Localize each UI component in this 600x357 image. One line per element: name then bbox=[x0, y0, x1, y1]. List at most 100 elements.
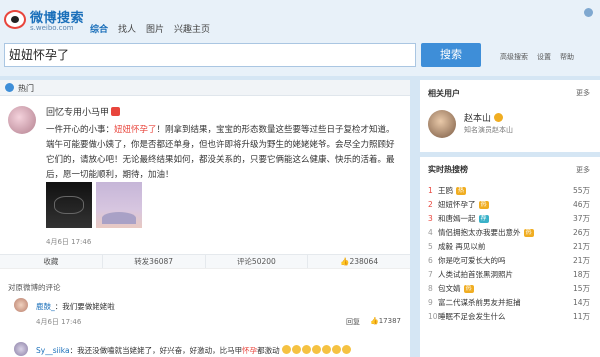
avatar[interactable] bbox=[428, 110, 456, 138]
top-bar: 微博搜索 s.weibo.com 综合 找人 图片 兴趣主页 bbox=[0, 0, 600, 40]
hot-list-item[interactable]: 5 成毅 再见以前 21万 bbox=[428, 241, 598, 253]
settings-link[interactable]: 设置 bbox=[537, 52, 551, 62]
hot-list-item[interactable]: 10睡眠不足会发生什么 11万 bbox=[428, 311, 598, 323]
hot-icon bbox=[5, 83, 14, 92]
help-link[interactable]: 帮助 bbox=[560, 52, 574, 62]
emoji-icon bbox=[341, 345, 351, 354]
thumbs-up-icon: 👍 bbox=[370, 317, 379, 325]
tab-comprehensive[interactable]: 综合 bbox=[90, 22, 108, 35]
search-links: 高级搜索 设置 帮助 bbox=[500, 52, 574, 62]
comment-user[interactable]: Sy__siika bbox=[36, 346, 70, 355]
like-button[interactable]: 👍238064 bbox=[308, 255, 410, 268]
hot-section-header: 热门 bbox=[0, 80, 410, 96]
hot-count: 55万 bbox=[572, 186, 590, 195]
related-user-desc: 知名演员赵本山 bbox=[464, 126, 513, 134]
hot-topic[interactable]: 你是吃可爱长大的吗 bbox=[438, 256, 506, 265]
related-users-panel: 相关用户 更多 赵本山 知名演员赵本山 bbox=[420, 80, 600, 152]
user-menu-icon[interactable] bbox=[584, 8, 593, 17]
related-user-name[interactable]: 赵本山 bbox=[464, 111, 504, 124]
favorite-button[interactable]: 收藏 bbox=[0, 255, 103, 268]
post-text-highlight[interactable]: 妞妞怀孕了 bbox=[114, 125, 157, 135]
hot-count: 37万 bbox=[572, 214, 590, 223]
hot-topic[interactable]: 和唐嫣一起 bbox=[438, 214, 476, 223]
hot-count: 46万 bbox=[572, 200, 590, 209]
author-name[interactable]: 回忆专用小马甲 bbox=[46, 108, 109, 118]
comment-text-end: 都激动 bbox=[257, 346, 280, 355]
emoji-icon bbox=[301, 345, 311, 354]
hot-topic[interactable]: 成毅 再见以前 bbox=[438, 242, 485, 251]
weibo-eye-icon bbox=[4, 10, 26, 29]
post-image-ultrasound[interactable] bbox=[46, 182, 92, 228]
post-text-start: 一件开心的小事： bbox=[46, 125, 115, 135]
comment-text: ：我们要做姥姥啦 bbox=[54, 302, 115, 311]
related-more-link[interactable]: 更多 bbox=[576, 88, 590, 98]
verified-icon bbox=[494, 113, 504, 122]
vip-badge-icon bbox=[111, 107, 121, 116]
hot-count: 14万 bbox=[572, 298, 590, 307]
hot-rank: 5 bbox=[428, 242, 433, 251]
tab-interest-page[interactable]: 兴趣主页 bbox=[174, 22, 210, 35]
hot-topic[interactable]: 睡眠不足会发生什么 bbox=[438, 312, 506, 321]
nav-tabs: 综合 找人 图片 兴趣主页 bbox=[90, 22, 210, 35]
comment-button[interactable]: 评论50200 bbox=[206, 255, 309, 268]
comment-text: ：我还没做嗑就当姥姥了，好兴奋，好激动，比马甲 bbox=[69, 346, 243, 355]
reply-button[interactable]: 回复 bbox=[346, 317, 360, 327]
hot-list-item[interactable]: 4 情侣拥抱太亦我要出意外热 26万 bbox=[428, 227, 598, 239]
hot-topic[interactable]: 王鸥 bbox=[438, 186, 453, 195]
search-button[interactable]: 搜索 bbox=[421, 43, 481, 67]
hot-rank: 2 bbox=[428, 200, 433, 209]
hot-count: 26万 bbox=[572, 228, 590, 237]
search-input[interactable]: 妞妞怀孕了 bbox=[4, 43, 416, 67]
tab-find-people[interactable]: 找人 bbox=[118, 22, 136, 35]
avatar[interactable] bbox=[14, 342, 28, 356]
emoji-icon bbox=[291, 345, 301, 354]
hot-rank: 4 bbox=[428, 228, 433, 237]
hot-list-item[interactable]: 7 人类试拍首张黑洞照片 18万 bbox=[428, 269, 598, 281]
hot-label: 热门 bbox=[18, 84, 34, 93]
comment-time: 4月6日 17:46 bbox=[36, 318, 82, 326]
post-author[interactable]: 回忆专用小马甲 bbox=[46, 105, 121, 118]
comment-user[interactable]: 鹿鼓_ bbox=[36, 302, 55, 311]
avatar[interactable] bbox=[8, 106, 36, 134]
hot-rank: 1 bbox=[428, 186, 433, 195]
logo-subtitle: s.weibo.com bbox=[30, 24, 74, 32]
hot-rank: 9 bbox=[428, 298, 433, 307]
hot-count: 15万 bbox=[572, 284, 590, 293]
comment-like-button[interactable]: 👍17387 bbox=[370, 317, 401, 325]
hot-list-item[interactable]: 1 王鸥热 55万 bbox=[428, 185, 598, 197]
advanced-search-link[interactable]: 高级搜索 bbox=[500, 52, 528, 62]
hot-rank: 7 bbox=[428, 270, 433, 279]
hot-list-item[interactable]: 3 和唐嫣一起荐 37万 bbox=[428, 213, 598, 225]
post-image-cartoon[interactable] bbox=[96, 182, 142, 228]
weibo-logo[interactable]: 微博搜索 s.weibo.com bbox=[4, 6, 84, 34]
hot-badge: 荐 bbox=[478, 215, 489, 223]
hot-list-more-link[interactable]: 更多 bbox=[576, 165, 590, 175]
emoji-icon bbox=[321, 345, 331, 354]
emoji-icon bbox=[331, 345, 341, 354]
hot-list-item[interactable]: 6 你是吃可爱长大的吗 21万 bbox=[428, 255, 598, 267]
hot-list-rows: 1 王鸥热 55万 2 妞妞怀孕了热 46万 3 和唐嫣一起荐 37万 4 情侣拥抱太亦我要出意外热… bbox=[428, 185, 598, 325]
hot-topic[interactable]: 妞妞怀孕了 bbox=[438, 200, 476, 209]
hot-count: 18万 bbox=[572, 270, 590, 279]
hot-topic[interactable]: 包文婧 bbox=[438, 284, 461, 293]
hot-topic[interactable]: 情侣拥抱太亦我要出意外 bbox=[438, 228, 521, 237]
hot-rank: 6 bbox=[428, 256, 433, 265]
comment-highlight[interactable]: 怀孕 bbox=[242, 346, 257, 355]
like-count: 238064 bbox=[349, 257, 379, 266]
hot-topic[interactable]: 富二代谋杀前男友并拒捕 bbox=[438, 298, 521, 307]
emoji-icon bbox=[281, 345, 291, 354]
hot-rank: 10 bbox=[428, 312, 438, 321]
hot-badge: 热 bbox=[463, 285, 474, 293]
hot-list-item[interactable]: 8 包文婧热 15万 bbox=[428, 283, 598, 295]
repost-button[interactable]: 转发36087 bbox=[103, 255, 206, 268]
hot-topic[interactable]: 人类试拍首张黑洞照片 bbox=[438, 270, 513, 279]
post-time[interactable]: 4月6日 17:46 bbox=[46, 237, 91, 247]
hot-list-item[interactable]: 9 富二代谋杀前男友并拒捕 14万 bbox=[428, 297, 598, 309]
tab-images[interactable]: 图片 bbox=[146, 22, 164, 35]
related-user-label[interactable]: 赵本山 bbox=[464, 114, 491, 124]
avatar[interactable] bbox=[14, 298, 28, 312]
weibo-post-card: 回忆专用小马甲 一件开心的小事：妞妞怀孕了！刚拿到结果，宝宝的形态数量这些要等过… bbox=[0, 96, 410, 256]
hot-list-item[interactable]: 2 妞妞怀孕了热 46万 bbox=[428, 199, 598, 211]
hot-badge: 热 bbox=[456, 187, 467, 195]
hot-count: 21万 bbox=[572, 242, 590, 251]
